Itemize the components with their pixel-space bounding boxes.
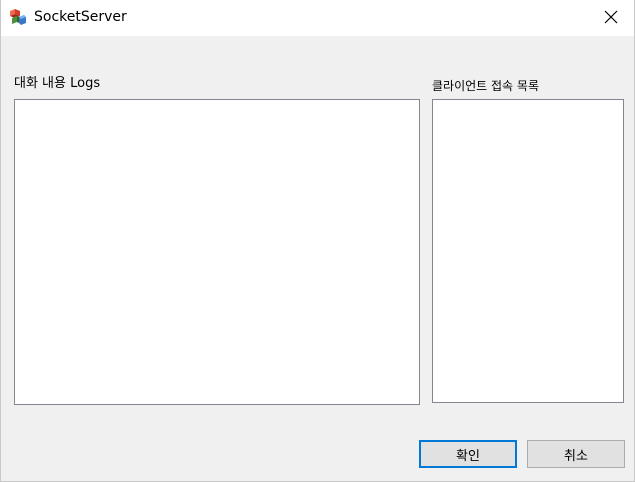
socket-server-window: SocketServer 대화 내용 Logs 클라이언트 접속 목록 확인 취… (0, 0, 635, 482)
title-bar[interactable]: SocketServer (1, 0, 634, 36)
ok-button[interactable]: 확인 (419, 440, 517, 468)
cancel-button[interactable]: 취소 (527, 440, 625, 468)
window-title: SocketServer (34, 9, 127, 25)
close-button[interactable] (588, 0, 634, 34)
close-icon (604, 10, 618, 24)
app-cubes-icon (10, 9, 26, 25)
logs-listbox[interactable] (14, 99, 420, 405)
clients-listbox[interactable] (432, 99, 624, 403)
clients-label: 클라이언트 접속 목록 (432, 79, 539, 93)
logs-label: 대화 내용 Logs (14, 76, 101, 91)
